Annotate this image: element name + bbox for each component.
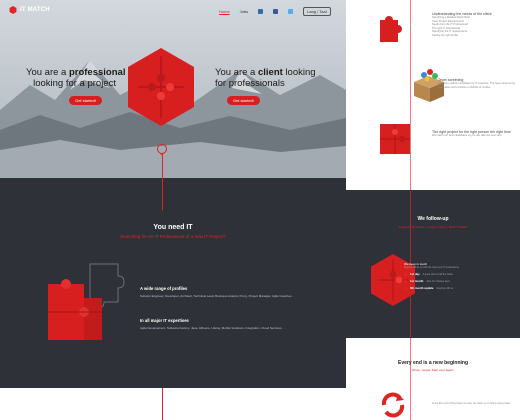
step-right-project: The right project for the right person t… <box>432 130 516 138</box>
step-screening: Team screening Our team selects candidat… <box>438 78 516 89</box>
logo-text: IT MATCH <box>20 7 50 13</box>
hero-section: IT MATCH Home Jobs Lang / Taal You are a… <box>0 0 346 178</box>
scroll-down-button[interactable] <box>157 144 167 156</box>
homepage-right: Understanding the needs of the client Sp… <box>346 0 520 420</box>
feature-profiles-title: A wide range of profiles <box>140 286 188 291</box>
professional-get-started-button[interactable]: Get started! <box>69 96 102 105</box>
language-button[interactable]: Lang / Taal <box>303 7 331 16</box>
facebook-icon[interactable] <box>273 9 279 14</box>
bullet-icon <box>404 286 407 290</box>
timeline-line-bottom <box>162 388 163 420</box>
timeline-line <box>162 155 163 210</box>
feature-expertises: In all major IT expertises Agile Develop… <box>140 318 300 330</box>
keep-in-touch: We keep in touch Regular follow-up with … <box>404 262 514 290</box>
step-understanding-line: Getting the right profile <box>432 33 459 37</box>
step-understanding: Understanding the needs of the client Sp… <box>432 12 516 38</box>
keep-row: 1st day A good start is half the battle <box>404 272 514 276</box>
feature-expertises-text: Agile Development, Software Factory, Jav… <box>140 326 286 330</box>
hero-client: You are a client looking for professiona… <box>215 67 316 107</box>
puzzle-hexagon-icon <box>128 48 194 126</box>
every-end-subtitle: Rinse, repeat. Start over again! <box>412 368 454 372</box>
keep-text: Regular follow-up with the client and IT… <box>404 266 460 269</box>
professional-heading: You are a professional <box>26 67 126 78</box>
logo[interactable]: IT MATCH <box>9 6 50 14</box>
client-get-started-button[interactable]: Get started! <box>227 96 260 105</box>
step-screening-text: Our team selects candidates by IT expert… <box>438 82 516 89</box>
feature-profiles-text: Solution Engineer, Developer, Architect,… <box>140 294 294 298</box>
follow-up-title: We follow-up <box>417 216 449 222</box>
follow-up-subtitle: Keeps Professional + Happy Client = Best… <box>398 225 468 229</box>
step-new-beginning: Once the end of the project is near, we … <box>432 402 516 406</box>
client-subheading: for professionals <box>215 78 285 89</box>
twitter-icon[interactable] <box>288 9 294 14</box>
bullet-icon <box>404 272 407 276</box>
next-section <box>0 388 346 420</box>
professional-subheading: looking for a project <box>33 78 116 89</box>
hero-professional: You are a professional looking for a pro… <box>26 67 126 107</box>
logo-hexagon-icon <box>9 6 17 14</box>
bullet-icon <box>404 279 407 283</box>
main-nav: Home Jobs Lang / Taal <box>219 7 331 16</box>
need-title: You need IT <box>153 224 193 231</box>
screenshot-stage: IT MATCH Home Jobs Lang / Taal You are a… <box>0 0 520 420</box>
feature-expertises-title: In all major IT expertises <box>140 318 189 323</box>
top-navigation: IT MATCH Home Jobs Lang / Taal <box>0 0 346 20</box>
puzzle-square-icon <box>380 124 410 154</box>
puzzle-pieces-icon <box>48 263 125 340</box>
client-heading: You are a client looking <box>215 67 316 78</box>
need-subtitle: Searching for an IT Professional or a ne… <box>120 234 226 239</box>
new-beginning-text: Once the end of the project is near, we … <box>432 402 512 405</box>
keep-row: 1st month After the hardest days <box>404 279 514 283</box>
homepage-left: IT MATCH Home Jobs Lang / Taal You are a… <box>0 0 346 420</box>
feature-profiles: A wide range of profiles Solution Engine… <box>140 286 300 298</box>
nav-jobs[interactable]: Jobs <box>240 9 248 14</box>
every-end-title: Every end is a new beginning <box>397 360 469 366</box>
refresh-icon <box>381 392 405 418</box>
linkedin-icon[interactable] <box>258 9 264 14</box>
keep-row: 6th month update Meeting with us <box>404 286 514 290</box>
nav-home[interactable]: Home <box>219 9 230 14</box>
step-right-project-text: We match our best candidates so you can … <box>432 134 503 137</box>
puzzle-red-icon <box>380 16 402 42</box>
